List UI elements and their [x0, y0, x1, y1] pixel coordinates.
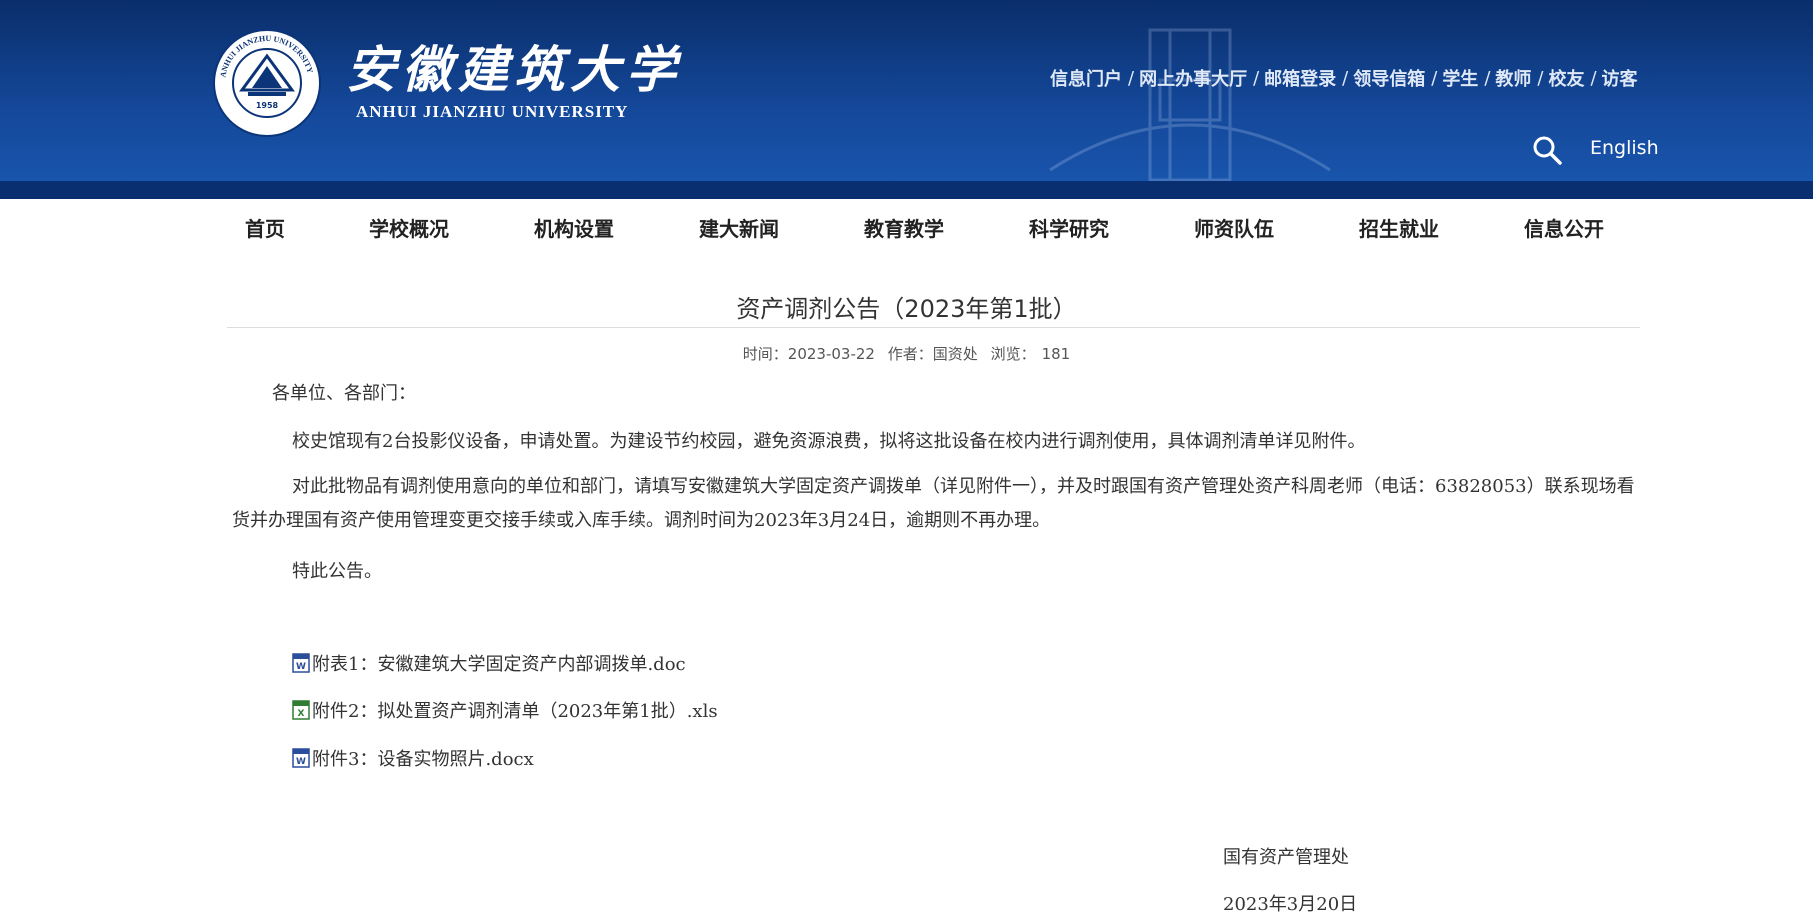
quick-separator: / [1484, 67, 1491, 89]
paragraph-3: 特此公告。 [292, 561, 382, 582]
meta-time-label: 时间： [742, 345, 788, 363]
attachment-1-label[interactable]: 附表1：安徽建筑大学固定资产内部调拨单.doc [312, 650, 686, 676]
attachment-1-link[interactable]: W 附表1：安徽建筑大学固定资产内部调拨单.doc [292, 651, 686, 675]
quick-separator: / [1431, 67, 1438, 89]
quick-link-teachers[interactable]: 教师 [1495, 65, 1531, 91]
signature-date: 2023年3月20日 [1223, 894, 1358, 915]
quick-separator: / [1537, 67, 1544, 89]
university-seal-logo[interactable]: ANHUI JIANZHU UNIVERSITY 1958 [212, 28, 322, 138]
university-name-en[interactable]: ANHUI JIANZHU UNIVERSITY [356, 102, 628, 122]
word-doc-icon: W [292, 653, 310, 673]
quick-link-students[interactable]: 学生 [1442, 65, 1478, 91]
quick-link-online-hall[interactable]: 网上办事大厅 [1139, 65, 1247, 91]
svg-text:1958: 1958 [256, 101, 279, 110]
nav-item-organization[interactable]: 机构设置 [534, 213, 614, 242]
quick-link-alumni[interactable]: 校友 [1548, 65, 1584, 91]
nav-item-news[interactable]: 建大新闻 [699, 213, 779, 242]
attachment-2-label[interactable]: 附件2：拟处置资产调剂清单（2023年第1批）.xls [312, 697, 718, 723]
paragraph-1: 校史馆现有2台投影仪设备，申请处置。为建设节约校园，避免资源浪费，拟将这批设备在… [292, 431, 1366, 452]
attachment-3-link[interactable]: W 附件3：设备实物照片.docx [292, 746, 534, 770]
nav-item-education[interactable]: 教育教学 [864, 213, 944, 242]
quick-separator: / [1253, 67, 1260, 89]
main-nav: 首页 学校概况 机构设置 建大新闻 教育教学 科学研究 师资队伍 招生就业 信息… [0, 199, 1813, 254]
nav-item-faculty[interactable]: 师资队伍 [1194, 213, 1274, 242]
search-icon[interactable] [1531, 134, 1563, 166]
site-header: ANHUI JIANZHU UNIVERSITY 1958 安徽建筑大学 ANH… [0, 0, 1813, 199]
quick-separator: / [1590, 67, 1597, 89]
signature-org: 国有资产管理处 [1223, 847, 1349, 868]
quick-link-visitors[interactable]: 访客 [1602, 65, 1638, 91]
meta-author: 作者：国资处 [888, 345, 978, 363]
nav-item-research[interactable]: 科学研究 [1029, 213, 1109, 242]
quick-separator: / [1128, 67, 1135, 89]
nav-item-about[interactable]: 学校概况 [369, 213, 449, 242]
meta-views: 浏览： 181 [991, 345, 1071, 363]
excel-xls-icon: X [292, 700, 310, 720]
quick-link-info-portal[interactable]: 信息门户 [1050, 65, 1122, 91]
top-quick-links: 信息门户 / 网上办事大厅 / 邮箱登录 / 领导信箱 / 学生 / 教师 / … [1050, 65, 1638, 91]
paragraph-2: 对此批物品有调剂使用意向的单位和部门，请填写安徽建筑大学固定资产调拨单（详见附件… [232, 476, 1635, 531]
article-meta: 时间：2023-03-22 作者：国资处 浏览： 181 [0, 343, 1813, 364]
svg-text:W: W [296, 662, 306, 672]
attachment-2-link[interactable]: X 附件2：拟处置资产调剂清单（2023年第1批）.xls [292, 698, 718, 722]
quick-separator: / [1342, 67, 1349, 89]
campus-gate-backdrop [1040, 20, 1340, 190]
meta-time: 时间：2023-03-22 [743, 345, 875, 363]
meta-time-value: 2023-03-22 [787, 345, 875, 363]
nav-item-admissions[interactable]: 招生就业 [1359, 213, 1439, 242]
meta-author-value: 国资处 [932, 345, 978, 363]
meta-author-label: 作者： [887, 345, 933, 363]
university-name-cn[interactable]: 安徽建筑大学 [346, 30, 682, 102]
salutation: 各单位、各部门： [272, 383, 416, 404]
header-bottom-band [0, 181, 1813, 199]
svg-text:W: W [296, 757, 306, 767]
meta-views-value: 181 [1041, 345, 1071, 363]
svg-text:X: X [298, 709, 305, 719]
quick-link-leader-mailbox[interactable]: 领导信箱 [1353, 65, 1425, 91]
title-divider [227, 327, 1640, 328]
attachment-3-label[interactable]: 附件3：设备实物照片.docx [312, 745, 534, 771]
quick-link-mail-login[interactable]: 邮箱登录 [1264, 65, 1336, 91]
article-title: 资产调剂公告（2023年第1批） [736, 295, 1077, 323]
meta-views-label: 浏览： [990, 345, 1036, 363]
word-doc-icon: W [292, 748, 310, 768]
nav-item-info-disclosure[interactable]: 信息公开 [1524, 213, 1604, 242]
english-language-link[interactable]: English [1590, 137, 1659, 159]
nav-item-home[interactable]: 首页 [245, 213, 285, 242]
